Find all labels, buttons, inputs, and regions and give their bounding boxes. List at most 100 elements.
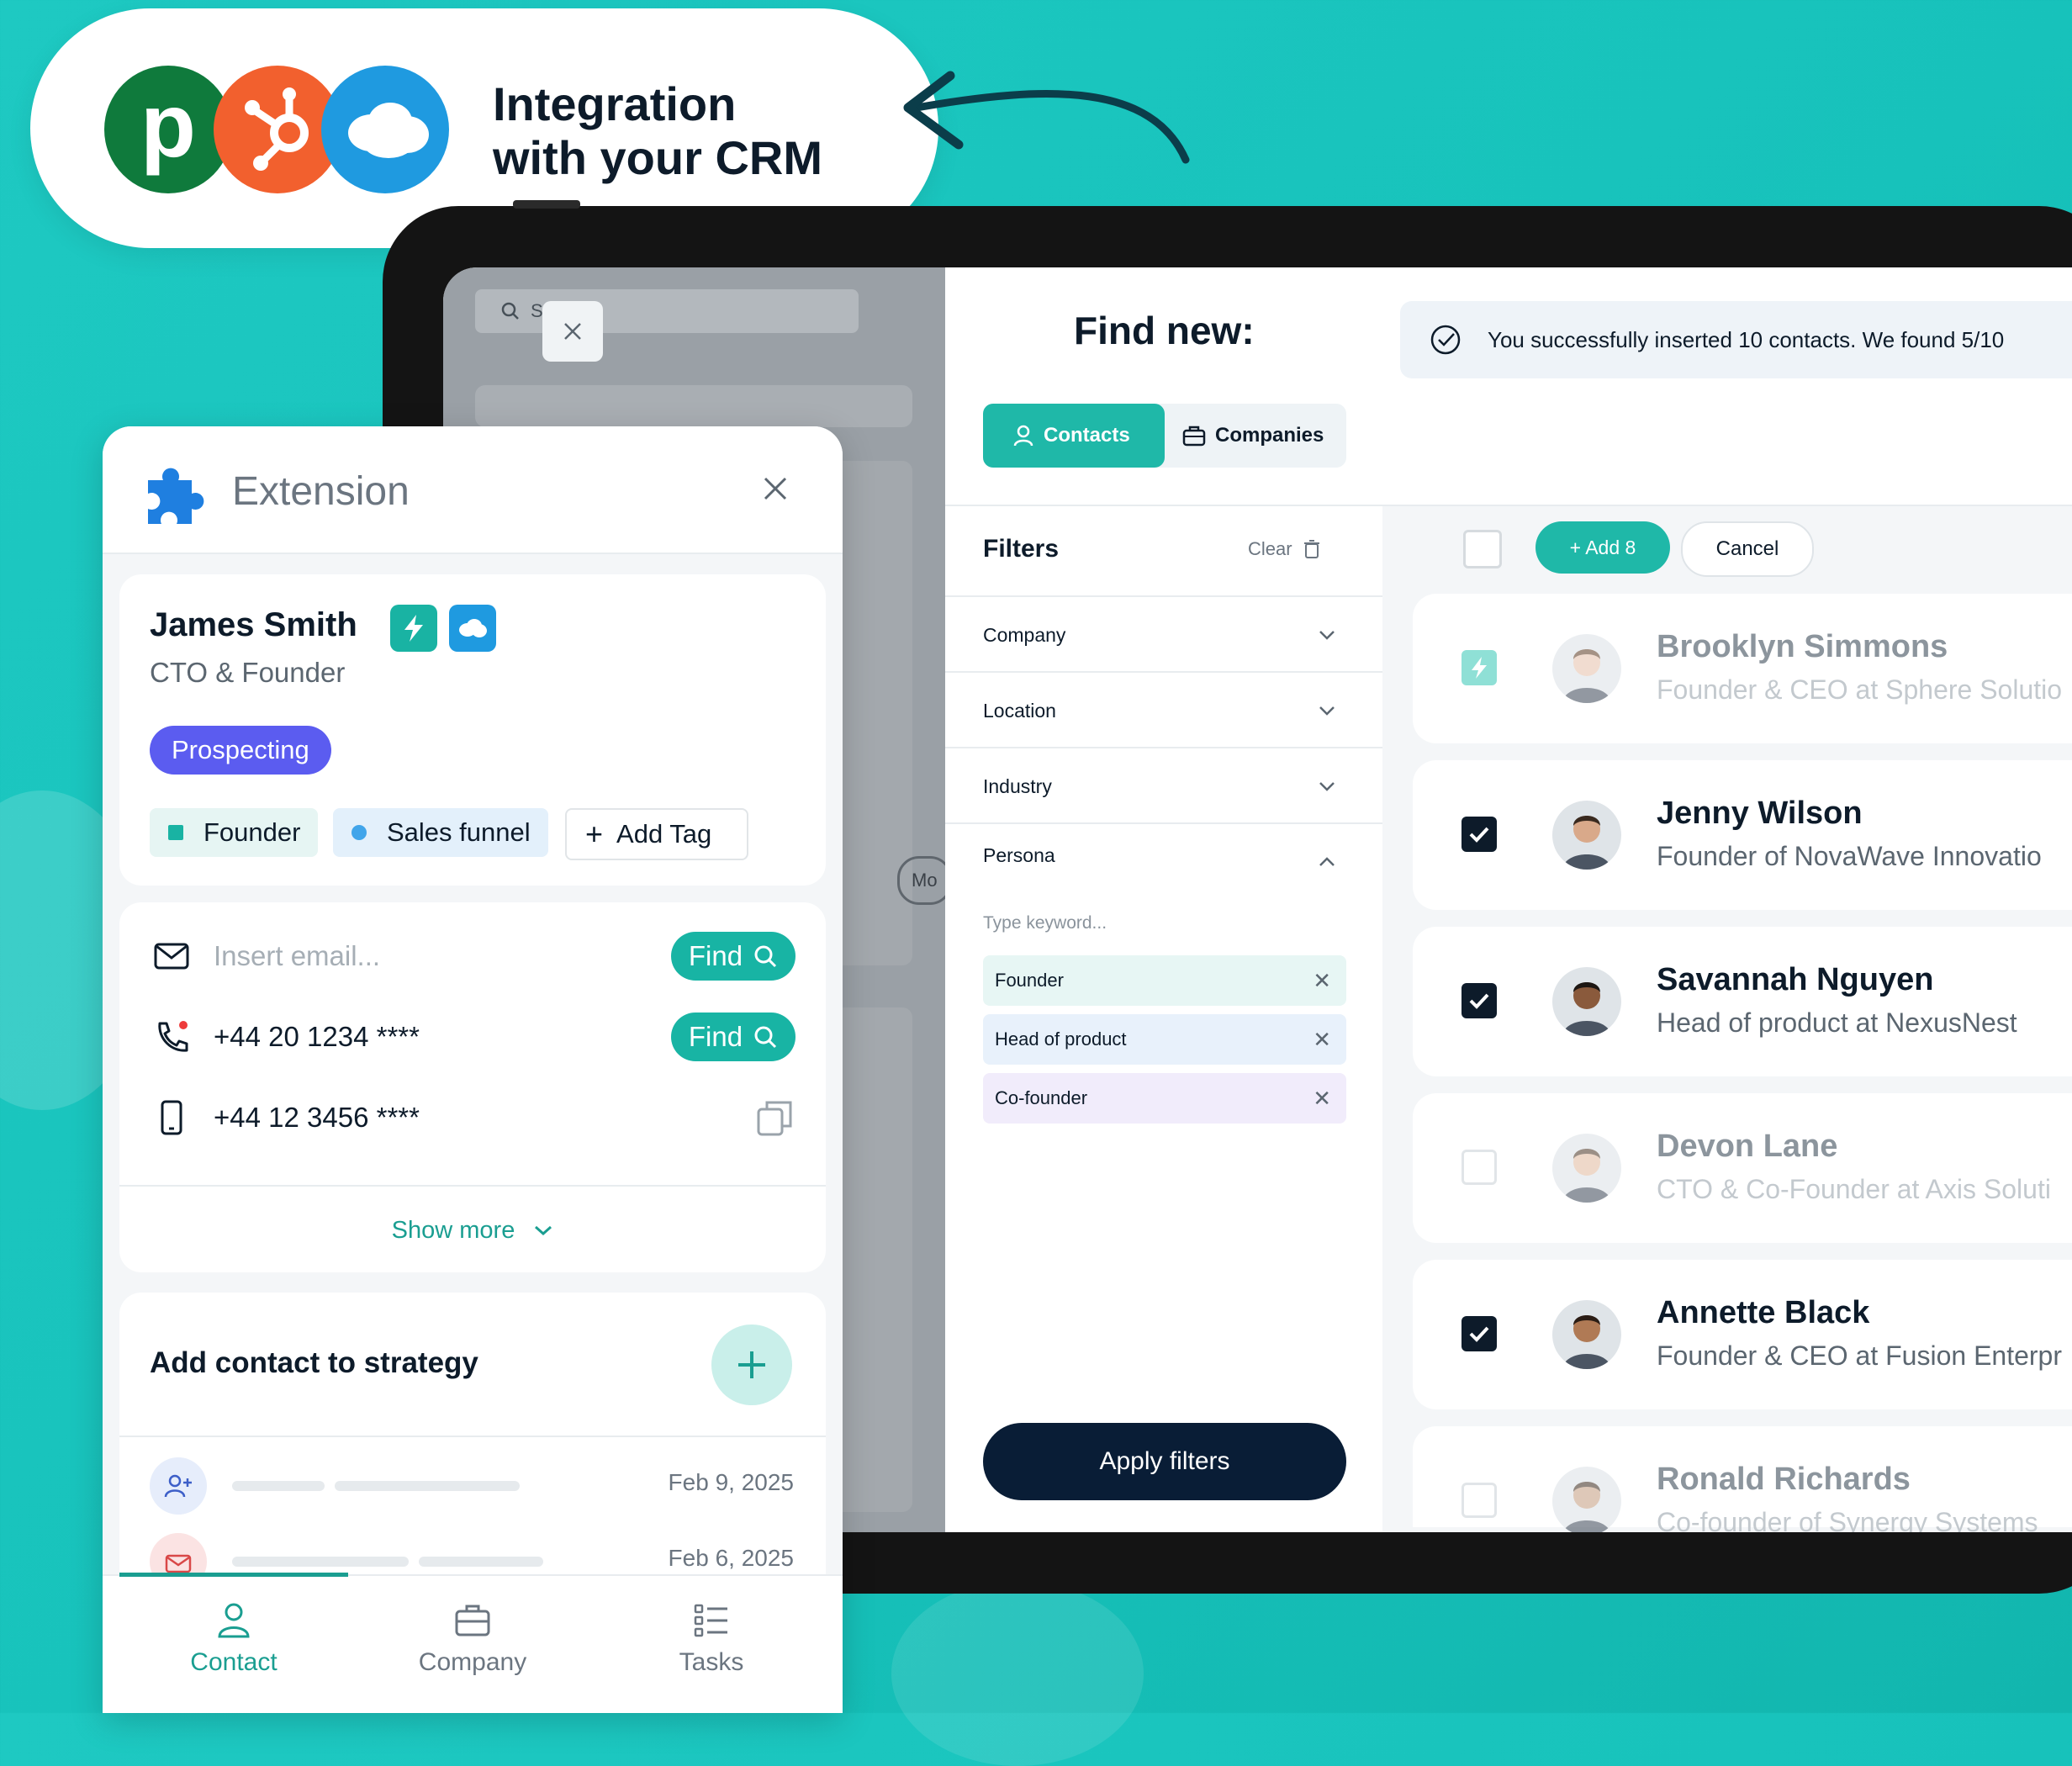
search-icon <box>754 1026 777 1049</box>
result-role: CTO & Co-Founder at Axis Soluti <box>1657 1174 2051 1204</box>
result-checkbox[interactable] <box>1462 1150 1497 1185</box>
tab-tasks[interactable]: Tasks <box>627 1601 796 1677</box>
remove-chip-icon[interactable]: ✕ <box>1313 1027 1331 1053</box>
result-card[interactable]: Ronald Richards Co-founder of Synergy Sys… <box>1413 1426 2072 1532</box>
phone-number-2: +44 12 3456 **** <box>214 1102 420 1133</box>
result-card[interactable]: Annette Black Founder & CEO at Fusion Ent… <box>1413 1260 2072 1409</box>
filter-industry-label: Industry <box>983 775 1052 797</box>
chevron-down-icon <box>1319 631 1335 640</box>
tab-contact[interactable]: Contact <box>150 1601 318 1677</box>
result-checkbox[interactable] <box>1462 1316 1497 1351</box>
result-name: Devon Lane <box>1657 1129 1838 1164</box>
result-card[interactable]: Savannah Nguyen Head of product at NexusN… <box>1413 927 2072 1076</box>
background-search[interactable]: Search <box>475 289 859 333</box>
copy-icon[interactable] <box>755 1097 796 1138</box>
add-selected-button[interactable]: + Add 8 <box>1536 521 1670 574</box>
check-circle-icon <box>1430 325 1461 355</box>
tab-contacts[interactable]: Contacts <box>983 404 1165 468</box>
persona-chip-label: Co-founder <box>995 1087 1088 1108</box>
placeholder-bar <box>232 1481 325 1491</box>
find-label: Find <box>688 1021 743 1052</box>
email-row: Insert email... Find <box>119 916 826 997</box>
find-phone-button[interactable]: Find <box>671 1013 796 1061</box>
salesforce-logo-icon <box>321 66 449 193</box>
filter-location[interactable]: Location <box>945 671 1382 748</box>
persona-keyword-input[interactable]: Type keyword... <box>983 913 1107 933</box>
tab-company[interactable]: Company <box>388 1601 557 1677</box>
placeholder-bar <box>475 385 912 427</box>
stage-badge[interactable]: Prospecting <box>150 726 331 775</box>
filter-company-label: Company <box>983 623 1066 646</box>
extension-title: Extension <box>232 469 410 514</box>
persona-chip-head-of-product[interactable]: Head of product ✕ <box>983 1014 1346 1065</box>
plus-icon <box>738 1351 765 1378</box>
persona-chip-co-founder[interactable]: Co-founder ✕ <box>983 1073 1346 1124</box>
chevron-down-icon <box>1319 782 1335 791</box>
result-card[interactable]: Brooklyn Simmons Founder & CEO at Sphere … <box>1413 594 2072 743</box>
extension-header: Extension <box>103 426 843 554</box>
result-checkbox[interactable] <box>1462 1483 1497 1518</box>
placeholder-bar <box>419 1557 543 1567</box>
tab-contact-label: Contact <box>190 1648 278 1676</box>
enriched-flash-icon[interactable] <box>1462 650 1497 685</box>
result-checkbox[interactable] <box>1462 817 1497 852</box>
search-icon <box>754 945 777 968</box>
result-card[interactable]: Jenny Wilson Founder of NovaWave Innovati… <box>1413 760 2072 910</box>
clear-filters-button[interactable]: Clear <box>1248 538 1321 560</box>
select-all-checkbox[interactable] <box>1463 530 1502 568</box>
active-tab-indicator <box>119 1573 348 1577</box>
checklist-icon <box>694 1604 727 1637</box>
filter-location-label: Location <box>983 699 1056 722</box>
briefcase-icon <box>455 1605 490 1636</box>
puzzle-icon <box>148 468 204 524</box>
result-name: Brooklyn Simmons <box>1657 629 1948 664</box>
result-card[interactable]: Devon Lane CTO & Co-Founder at Axis Solut… <box>1413 1093 2072 1243</box>
close-find-button[interactable] <box>542 301 603 362</box>
filter-company[interactable]: Company <box>945 595 1382 673</box>
result-role: Co-founder of Synergy Systems <box>1657 1507 2038 1532</box>
persona-chip-label: Head of product <box>995 1028 1127 1050</box>
activity-row: Feb 9, 2025 <box>119 1457 826 1525</box>
tag-dot-icon <box>352 825 367 840</box>
chevron-down-icon <box>1319 706 1335 716</box>
contact-role: CTO & Founder <box>150 657 346 688</box>
trash-icon <box>1303 540 1319 558</box>
avatar <box>1552 801 1621 870</box>
add-strategy-button[interactable] <box>711 1324 792 1405</box>
salesforce-cloud-icon[interactable] <box>449 605 496 652</box>
result-checkbox[interactable] <box>1462 983 1497 1018</box>
chevron-up-icon <box>1319 857 1335 866</box>
tag-founder[interactable]: Founder <box>150 808 318 857</box>
avatar <box>1552 1300 1621 1369</box>
close-icon <box>564 323 581 340</box>
banner-title-line2: with your CRM <box>493 131 822 184</box>
contact-name: James Smith <box>150 606 357 643</box>
close-extension-icon[interactable] <box>758 472 792 505</box>
enrich-flash-icon[interactable] <box>390 605 437 652</box>
email-input[interactable]: Insert email... <box>214 940 380 972</box>
tab-companies[interactable]: Companies <box>1165 404 1346 468</box>
show-more-button[interactable]: Show more <box>119 1185 826 1274</box>
filter-industry[interactable]: Industry <box>945 747 1382 824</box>
clear-label: Clear <box>1248 538 1292 559</box>
phone-number-1: +44 20 1234 **** <box>214 1021 420 1052</box>
avatar <box>1552 634 1621 703</box>
add-user-icon <box>150 1457 207 1515</box>
remove-chip-icon[interactable]: ✕ <box>1313 1086 1331 1112</box>
apply-filters-button[interactable]: Apply filters <box>983 1423 1346 1500</box>
tag-sales-funnel[interactable]: Sales funnel <box>333 808 548 857</box>
filters-title: Filters <box>983 535 1060 563</box>
remove-chip-icon[interactable]: ✕ <box>1313 968 1331 994</box>
filter-persona[interactable]: Persona <box>945 822 1382 915</box>
placeholder-bar <box>335 1481 520 1491</box>
tab-companies-label: Companies <box>1215 424 1324 447</box>
persona-chip-founder[interactable]: Founder ✕ <box>983 955 1346 1006</box>
tab-tasks-label: Tasks <box>679 1648 744 1676</box>
result-name: Annette Black <box>1657 1295 1870 1330</box>
add-tag-button[interactable]: + Add Tag <box>565 808 748 860</box>
result-name: Jenny Wilson <box>1657 796 1863 831</box>
user-icon <box>218 1603 250 1638</box>
plus-icon: + <box>585 817 604 851</box>
cancel-button[interactable]: Cancel <box>1681 521 1814 577</box>
find-email-button[interactable]: Find <box>671 932 796 981</box>
